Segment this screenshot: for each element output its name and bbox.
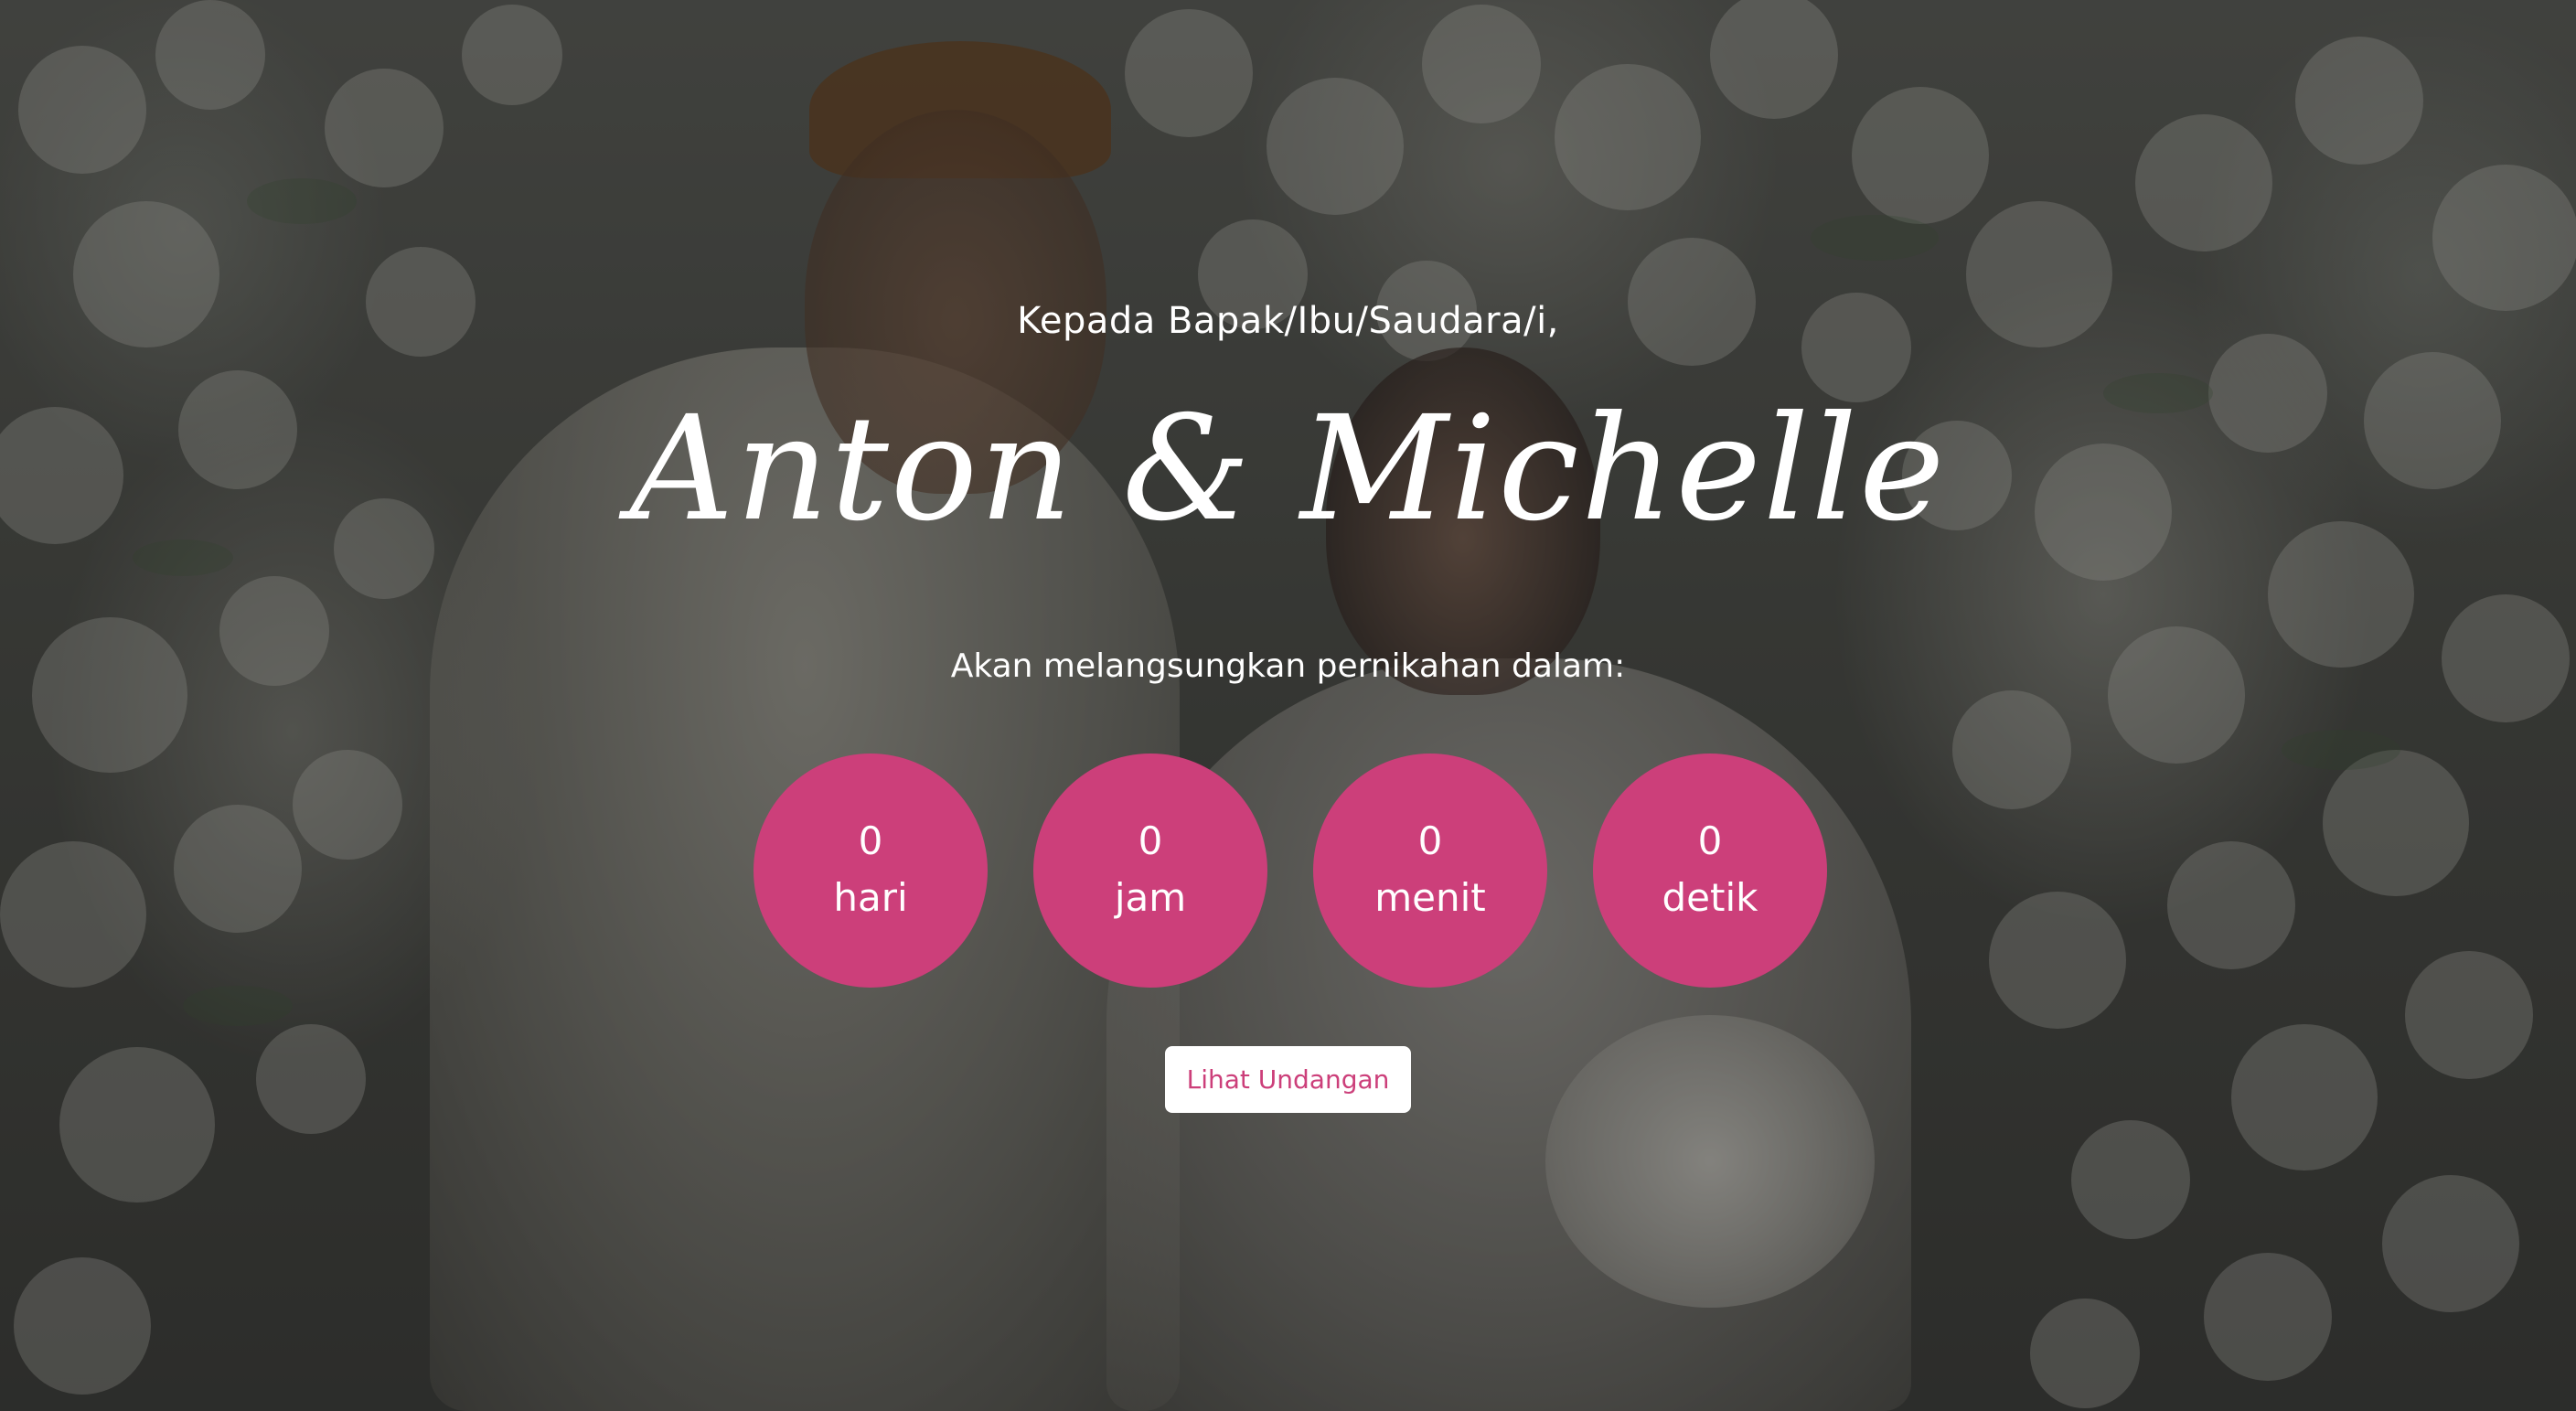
countdown-minutes: 0 menit: [1313, 754, 1547, 988]
countdown-seconds: 0 detik: [1593, 754, 1827, 988]
seconds-value: 0: [1697, 818, 1723, 863]
days-label: hari: [833, 875, 908, 920]
hours-label: jam: [1114, 875, 1187, 920]
countdown-days: 0 hari: [754, 754, 988, 988]
seconds-label: detik: [1662, 875, 1758, 920]
view-invitation-button[interactable]: Lihat Undangan: [1165, 1046, 1411, 1113]
hours-value: 0: [1138, 818, 1163, 863]
countdown-hours: 0 jam: [1033, 754, 1267, 988]
minutes-label: menit: [1374, 875, 1486, 920]
invitation-content: Kepada Bapak/Ibu/Saudara/i, Anton & Mich…: [0, 0, 2576, 1411]
greeting-text: Kepada Bapak/Ibu/Saudara/i,: [1017, 300, 1559, 342]
days-value: 0: [858, 818, 883, 863]
countdown-timer: 0 hari 0 jam 0 menit 0 detik: [754, 754, 1827, 988]
hero-section: Kepada Bapak/Ibu/Saudara/i, Anton & Mich…: [0, 0, 2576, 1411]
countdown-intro: Akan melangsungkan pernikahan dalam:: [950, 647, 1626, 685]
minutes-value: 0: [1417, 818, 1443, 863]
couple-names: Anton & Michelle: [629, 385, 1947, 553]
